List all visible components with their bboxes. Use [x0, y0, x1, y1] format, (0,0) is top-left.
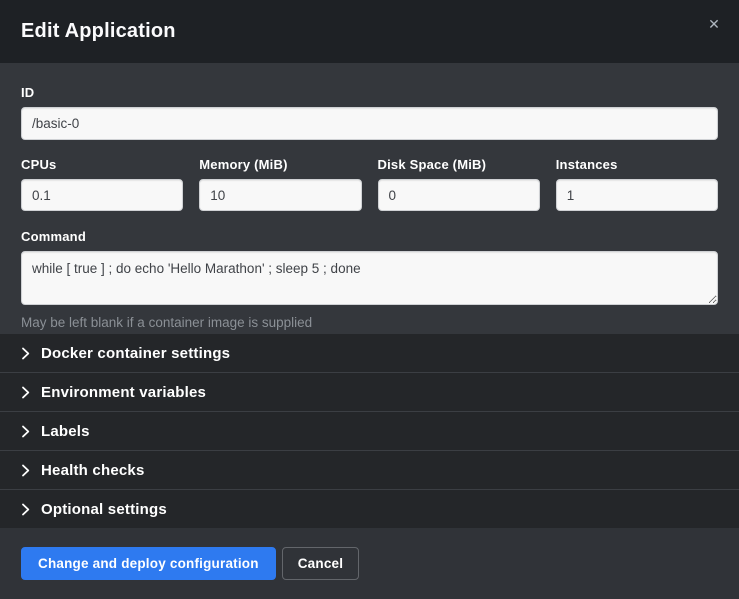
- id-input[interactable]: [21, 107, 718, 140]
- modal-title: Edit Application: [21, 20, 176, 43]
- command-field-group: Command while [ true ] ; do echo 'Hello …: [21, 229, 718, 330]
- disk-field-group: Disk Space (MiB): [378, 157, 540, 211]
- chevron-right-icon: [21, 503, 30, 516]
- section-label: Docker container settings: [41, 345, 230, 362]
- close-icon[interactable]: ✕: [703, 14, 725, 36]
- instances-label: Instances: [556, 157, 718, 172]
- collapsible-sections: Docker container settings Environment va…: [0, 334, 739, 528]
- id-label: ID: [21, 85, 718, 100]
- memory-field-group: Memory (MiB): [199, 157, 361, 211]
- disk-space-input[interactable]: [378, 179, 540, 211]
- instances-field-group: Instances: [556, 157, 718, 211]
- cpus-input[interactable]: [21, 179, 183, 211]
- chevron-right-icon: [21, 464, 30, 477]
- cpus-label: CPUs: [21, 157, 183, 172]
- id-field-group: ID: [21, 85, 718, 140]
- section-environment-variables[interactable]: Environment variables: [0, 372, 739, 411]
- resources-row: CPUs Memory (MiB) Disk Space (MiB) Insta…: [21, 157, 718, 211]
- chevron-right-icon: [21, 347, 30, 360]
- section-optional-settings[interactable]: Optional settings: [0, 489, 739, 528]
- memory-label: Memory (MiB): [199, 157, 361, 172]
- disk-space-label: Disk Space (MiB): [378, 157, 540, 172]
- section-label: Health checks: [41, 462, 144, 479]
- section-health-checks[interactable]: Health checks: [0, 450, 739, 489]
- section-docker-container-settings[interactable]: Docker container settings: [0, 334, 739, 372]
- command-label: Command: [21, 229, 718, 244]
- edit-application-form: ID CPUs Memory (MiB) Disk Space (MiB) In…: [0, 63, 739, 334]
- section-labels[interactable]: Labels: [0, 411, 739, 450]
- memory-input[interactable]: [199, 179, 361, 211]
- cpus-field-group: CPUs: [21, 157, 183, 211]
- section-label: Labels: [41, 423, 90, 440]
- section-label: Environment variables: [41, 384, 206, 401]
- change-and-deploy-button[interactable]: Change and deploy configuration: [21, 547, 276, 580]
- instances-input[interactable]: [556, 179, 718, 211]
- modal-footer: Change and deploy configuration Cancel: [0, 528, 739, 599]
- section-label: Optional settings: [41, 501, 167, 518]
- command-textarea[interactable]: while [ true ] ; do echo 'Hello Marathon…: [21, 251, 718, 305]
- edit-application-modal: Edit Application ✕ ID CPUs Memory (MiB) …: [0, 0, 739, 599]
- chevron-right-icon: [21, 386, 30, 399]
- cancel-button[interactable]: Cancel: [282, 547, 359, 580]
- modal-header: Edit Application ✕: [0, 0, 739, 63]
- command-help-text: May be left blank if a container image i…: [21, 315, 718, 330]
- chevron-right-icon: [21, 425, 30, 438]
